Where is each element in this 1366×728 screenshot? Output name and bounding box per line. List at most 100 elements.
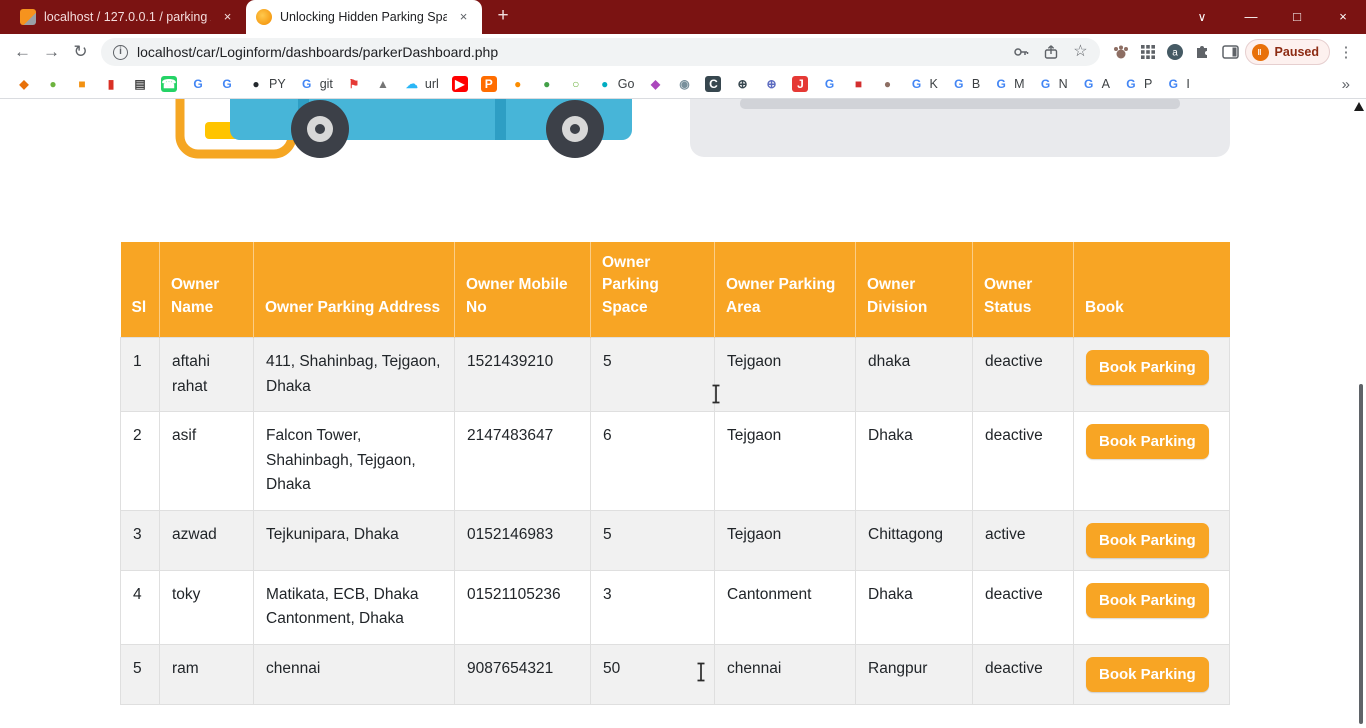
bookmark-item[interactable]: ▶ [446, 74, 474, 94]
book-parking-button[interactable]: Book Parking [1086, 350, 1209, 385]
share-icon[interactable] [1043, 44, 1059, 60]
book-parking-button[interactable]: Book Parking [1086, 424, 1209, 459]
bookmark-label: M [1014, 77, 1024, 91]
cell-owner-address: chennai [254, 644, 455, 704]
bookmark-favicon-icon: G [993, 76, 1009, 92]
book-parking-button[interactable]: Book Parking [1086, 657, 1209, 692]
close-window-button[interactable]: × [1320, 0, 1366, 34]
bookmark-label: P [1144, 77, 1152, 91]
bookmark-favicon-icon: G [951, 76, 967, 92]
bookmark-item[interactable]: GA [1075, 74, 1116, 94]
cell-owner-address: Matikata, ECB, Dhaka Cantonment, Dhaka [254, 570, 455, 644]
bookmark-item[interactable]: ■ [844, 74, 872, 94]
bookmark-item[interactable]: ○ [562, 74, 590, 94]
side-panel-icon[interactable] [1222, 44, 1239, 60]
book-parking-button[interactable]: Book Parking [1086, 583, 1209, 618]
header-book: Book [1074, 242, 1230, 338]
cell-owner-mobile: 2147483647 [455, 412, 591, 510]
bookmark-item[interactable]: ☁url [398, 74, 445, 94]
browser-menu-icon[interactable]: ⋮ [1334, 43, 1358, 61]
bookmark-favicon-icon: J [792, 76, 808, 92]
bookmark-item[interactable]: ▲ [369, 74, 397, 94]
address-bar[interactable]: i localhost/car/Loginform/dashboards/par… [101, 38, 1100, 66]
bookmark-item[interactable]: ●Go [591, 74, 641, 94]
bookmark-favicon-icon: G [1038, 76, 1054, 92]
password-key-icon[interactable] [1013, 44, 1029, 60]
tab-strip: localhost / 127.0.0.1 / parking / a × Un… [0, 0, 1366, 34]
bookmark-item[interactable]: ▮ [97, 74, 125, 94]
bookmark-item[interactable]: GP [1117, 74, 1158, 94]
bookmark-item[interactable]: G [184, 74, 212, 94]
bookmark-item[interactable]: P [475, 74, 503, 94]
bookmark-item[interactable]: G [815, 74, 843, 94]
cell-book: Book Parking [1074, 412, 1230, 510]
scrollbar-thumb[interactable] [1359, 384, 1363, 724]
new-tab-button[interactable]: + [488, 3, 518, 31]
tab-search-caret-icon[interactable]: ∨ [1182, 0, 1222, 34]
bookmark-item[interactable]: GN [1032, 74, 1074, 94]
bookmark-item[interactable]: ● [504, 74, 532, 94]
bookmark-favicon-icon: ● [510, 76, 526, 92]
book-parking-button[interactable]: Book Parking [1086, 523, 1209, 558]
bookmark-item[interactable]: C [699, 74, 727, 94]
bookmark-item[interactable]: J [786, 74, 814, 94]
cell-sl: 4 [121, 570, 160, 644]
bookmark-item[interactable]: ⊕ [757, 74, 785, 94]
extensions-puzzle-icon[interactable] [1194, 43, 1212, 61]
pet-extension-icon[interactable] [1112, 43, 1130, 61]
forward-button[interactable]: → [37, 38, 66, 67]
bookmark-favicon-icon: G [1081, 76, 1097, 92]
back-button[interactable]: ← [8, 38, 37, 67]
site-info-icon[interactable]: i [113, 45, 128, 60]
bookmark-favicon-icon: ◆ [16, 76, 32, 92]
apps-grid-icon[interactable] [1140, 44, 1156, 60]
bookmark-item[interactable]: ◉ [670, 74, 698, 94]
tab-close-icon[interactable]: × [455, 9, 472, 26]
table-row: 3 azwad Tejkunipara, Dhaka 0152146983 5 … [121, 510, 1230, 570]
bookmark-item[interactable]: ●PY [242, 74, 292, 94]
bookmark-item[interactable]: ● [873, 74, 901, 94]
bookmark-item[interactable]: ⊕ [728, 74, 756, 94]
bookmark-favicon-icon: ☁ [404, 76, 420, 92]
bookmark-item[interactable]: ● [39, 74, 67, 94]
maximize-button[interactable]: □ [1274, 0, 1320, 34]
bookmarks-overflow-icon[interactable]: » [1336, 76, 1356, 93]
sync-paused-button[interactable]: ‖ Paused [1245, 39, 1330, 65]
bookmark-item[interactable]: GB [945, 74, 986, 94]
tab-close-icon[interactable]: × [219, 9, 236, 26]
account-extension-icon[interactable]: a [1166, 43, 1184, 61]
cell-owner-name: aftahi rahat [160, 338, 254, 412]
cell-owner-area: Cantonment [715, 570, 856, 644]
tab-title: localhost / 127.0.0.1 / parking / a [44, 10, 211, 24]
bookmark-item[interactable]: ◆ [10, 74, 38, 94]
bookmark-item[interactable]: GM [987, 74, 1030, 94]
bookmark-item[interactable]: GK [902, 74, 943, 94]
cell-owner-division: Rangpur [856, 644, 973, 704]
bookmark-item[interactable]: ▤ [126, 74, 154, 94]
cell-owner-status: deactive [973, 412, 1074, 510]
cell-sl: 5 [121, 644, 160, 704]
bookmark-item[interactable]: ■ [68, 74, 96, 94]
header-owner-parking-space: Owner Parking Space [591, 242, 715, 338]
bookmark-favicon-icon: ☎ [161, 76, 177, 92]
cell-sl: 1 [121, 338, 160, 412]
minimize-button[interactable]: — [1228, 0, 1274, 34]
browser-tab-parking-dashboard[interactable]: Unlocking Hidden Parking Space × [246, 0, 482, 34]
bookmarks-bar: ◆●■▮▤☎GG●PYGgit⚑▲☁url▶P●●○●Go◆◉C⊕⊕JG■●GK… [0, 70, 1366, 99]
browser-tab-phpmyadmin[interactable]: localhost / 127.0.0.1 / parking / a × [10, 0, 246, 34]
svg-text:a: a [1172, 48, 1178, 59]
bookmark-item[interactable]: ● [533, 74, 561, 94]
cell-sl: 3 [121, 510, 160, 570]
cell-owner-mobile: 1521439210 [455, 338, 591, 412]
cell-book: Book Parking [1074, 510, 1230, 570]
bookmark-item[interactable]: G [213, 74, 241, 94]
bookmark-item[interactable]: GI [1159, 74, 1195, 94]
bookmark-star-icon[interactable]: ☆ [1073, 44, 1087, 60]
bookmark-item[interactable]: ◆ [641, 74, 669, 94]
bookmark-item[interactable]: Ggit [293, 74, 339, 94]
reload-button[interactable]: ↻ [66, 38, 95, 67]
bookmark-item[interactable]: ⚑ [340, 74, 368, 94]
cell-owner-area: Tejgaon [715, 338, 856, 412]
scrollbar-up-arrow-icon[interactable] [1354, 102, 1364, 111]
bookmark-item[interactable]: ☎ [155, 74, 183, 94]
